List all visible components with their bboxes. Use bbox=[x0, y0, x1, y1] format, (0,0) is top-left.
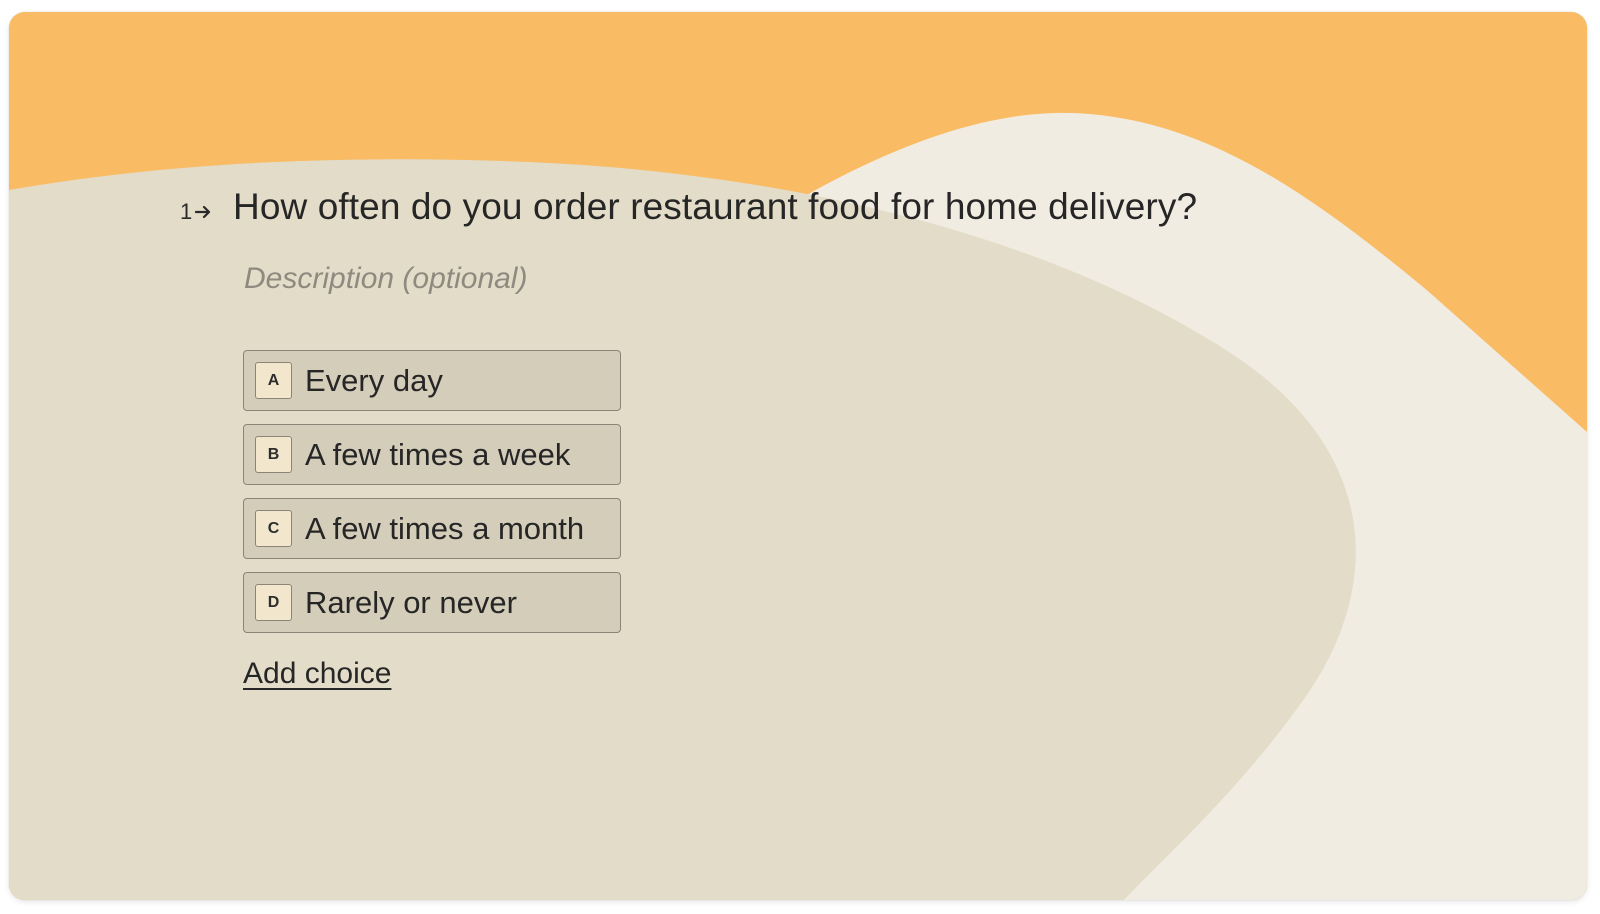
choice-option-a[interactable]: A Every day bbox=[243, 350, 621, 411]
choice-label[interactable]: Rarely or never bbox=[305, 585, 517, 621]
question-header: 1 How often do you order restaurant food… bbox=[180, 186, 1197, 228]
choice-label[interactable]: A few times a week bbox=[305, 437, 570, 473]
choice-list: A Every day B A few times a week C A few… bbox=[243, 350, 621, 646]
choice-key-badge: B bbox=[255, 436, 292, 473]
choice-option-c[interactable]: C A few times a month bbox=[243, 498, 621, 559]
choice-key-badge: D bbox=[255, 584, 292, 621]
choice-label[interactable]: A few times a month bbox=[305, 511, 584, 547]
choice-option-d[interactable]: D Rarely or never bbox=[243, 572, 621, 633]
question-number: 1 bbox=[180, 199, 233, 225]
arrow-right-icon bbox=[195, 205, 211, 219]
question-number-text: 1 bbox=[180, 199, 193, 224]
choice-label[interactable]: Every day bbox=[305, 363, 443, 399]
description-field[interactable]: Description (optional) bbox=[244, 262, 527, 296]
choice-key-badge: C bbox=[255, 510, 292, 547]
add-choice-link[interactable]: Add choice bbox=[243, 657, 391, 691]
choice-key-badge: A bbox=[255, 362, 292, 399]
question-title[interactable]: How often do you order restaurant food f… bbox=[233, 186, 1197, 228]
choice-option-b[interactable]: B A few times a week bbox=[243, 424, 621, 485]
